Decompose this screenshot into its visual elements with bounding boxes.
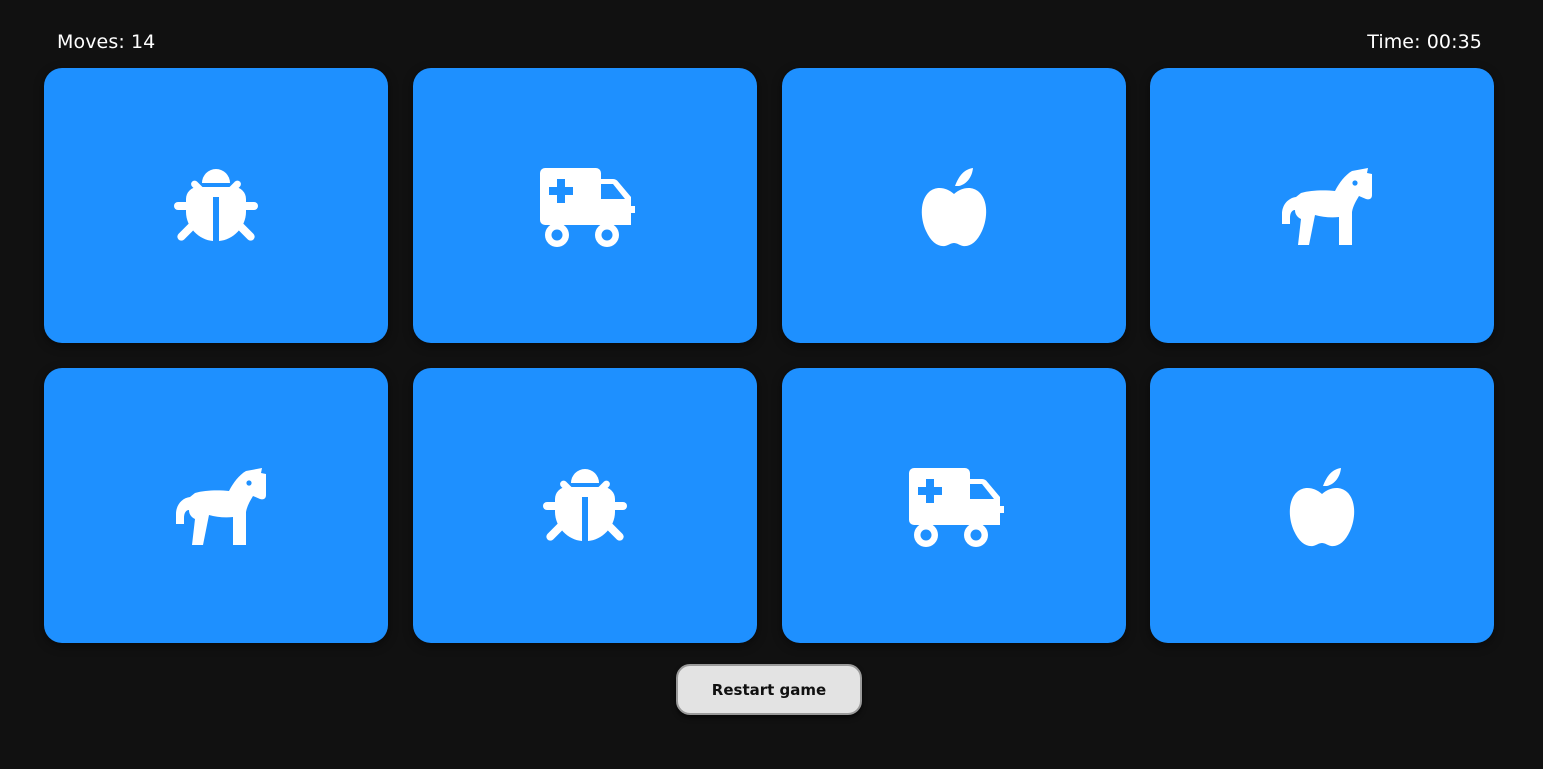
card-2[interactable] (413, 68, 757, 343)
card-4[interactable] (1150, 68, 1494, 343)
restart-game-button[interactable]: Restart game (676, 664, 862, 715)
moves-counter: Moves: 14 (57, 31, 156, 53)
apple-icon (1267, 461, 1377, 551)
apple-icon (899, 161, 1009, 251)
card-3[interactable] (782, 68, 1126, 343)
ambulance-icon (899, 461, 1009, 551)
bug-icon (530, 461, 640, 551)
horse-icon (161, 461, 271, 551)
card-8[interactable] (1150, 368, 1494, 643)
card-1[interactable] (44, 68, 388, 343)
card-6[interactable] (413, 368, 757, 643)
bug-icon (161, 161, 271, 251)
horse-icon (1267, 161, 1377, 251)
card-7[interactable] (782, 368, 1126, 643)
card-5[interactable] (44, 368, 388, 643)
memory-game: Moves: 14 Time: 00:35 Restart game (0, 0, 1543, 769)
ambulance-icon (530, 161, 640, 251)
game-timer: Time: 00:35 (1367, 31, 1482, 53)
